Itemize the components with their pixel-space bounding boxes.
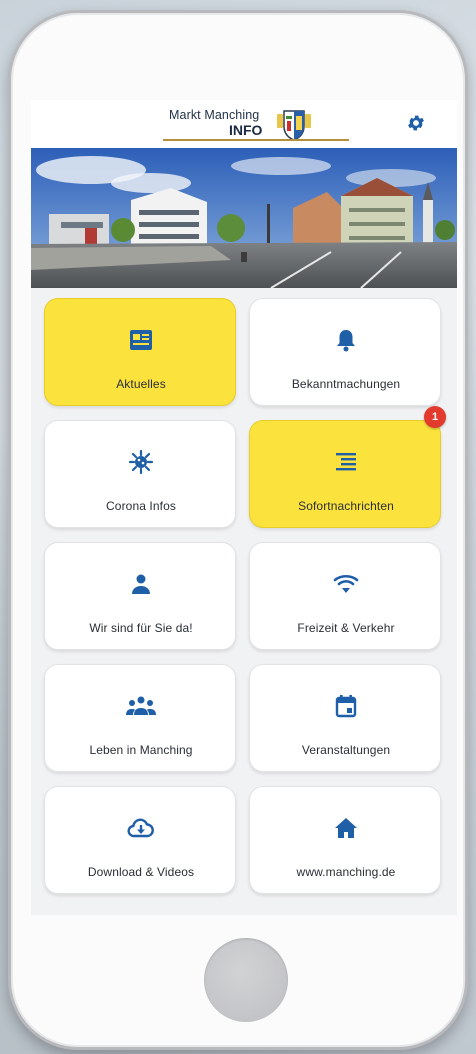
wifi-icon xyxy=(250,569,442,599)
brand-title: Markt Manching xyxy=(169,108,260,122)
tile-label: Freizeit & Verkehr xyxy=(297,621,395,635)
app-screen: Markt Manching INFO Aktuelles Bekanntmac… xyxy=(31,100,457,915)
tile-leben-in-manching[interactable]: Leben in Manching xyxy=(44,664,236,772)
tile-corona-infos[interactable]: Corona Infos xyxy=(44,420,236,528)
tile-freizeit-verkehr[interactable]: Freizeit & Verkehr xyxy=(249,542,441,650)
person-icon xyxy=(45,569,237,599)
gear-icon xyxy=(406,113,426,138)
tile-website[interactable]: www.manching.de xyxy=(249,786,441,894)
tile-aktuelles[interactable]: Aktuelles xyxy=(44,298,236,406)
tile-label: Leben in Manching xyxy=(89,743,193,757)
tile-label: Download & Videos xyxy=(87,865,195,879)
cloud-download-icon xyxy=(45,813,237,843)
tile-label: Corona Infos xyxy=(106,499,176,513)
tile-label: Sofortnachrichten xyxy=(298,499,394,513)
brand-subtitle: INFO xyxy=(229,122,263,138)
tile-label: Veranstaltungen xyxy=(301,743,391,757)
home-icon xyxy=(250,813,442,843)
settings-button[interactable] xyxy=(403,112,429,138)
home-button[interactable] xyxy=(204,938,288,1022)
calendar-icon xyxy=(250,691,442,721)
group-icon xyxy=(45,691,237,721)
brand-logo: Markt Manching INFO xyxy=(163,106,349,144)
tile-wir-sind-fuer-sie-da[interactable]: Wir sind für Sie da! xyxy=(44,542,236,650)
tile-label: Bekanntmachungen xyxy=(291,377,401,391)
coat-of-arms-icon xyxy=(275,108,313,142)
app-header: Markt Manching INFO xyxy=(31,100,457,148)
brand-underline xyxy=(163,139,349,141)
tile-label: Aktuelles xyxy=(116,377,166,391)
tile-label: www.manching.de xyxy=(296,865,396,879)
tile-veranstaltungen[interactable]: Veranstaltungen xyxy=(249,664,441,772)
tile-bekanntmachungen[interactable]: Bekanntmachungen xyxy=(249,298,441,406)
town-panorama-banner xyxy=(31,148,457,289)
tile-sofortnachrichten[interactable]: Sofortnachrichten xyxy=(249,420,441,528)
newspaper-icon xyxy=(45,325,237,355)
tile-download-videos[interactable]: Download & Videos xyxy=(44,786,236,894)
list-icon xyxy=(250,447,442,477)
virus-icon xyxy=(45,447,237,477)
bell-icon xyxy=(250,325,442,355)
tile-label: Wir sind für Sie da! xyxy=(89,621,193,635)
notification-badge: 1 xyxy=(424,406,446,428)
